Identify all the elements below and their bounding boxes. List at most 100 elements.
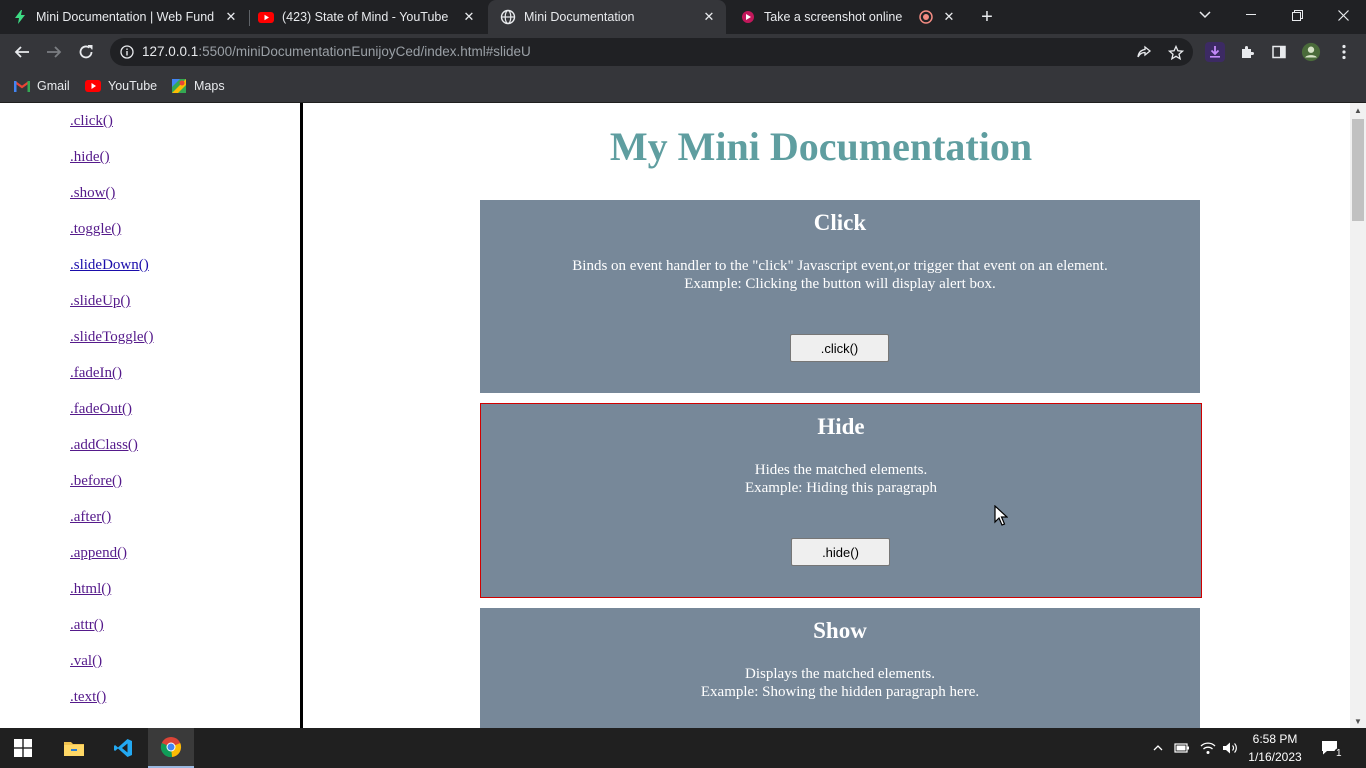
tab-title: Mini Documentation | Web Fund — [36, 10, 215, 24]
sidebar-link-toggle[interactable]: .toggle() — [70, 221, 121, 237]
screenshot-site-icon — [740, 9, 756, 25]
bookmark-label: Maps — [194, 79, 225, 93]
sidebar-link-slidedown[interactable]: .slideDown() — [70, 257, 149, 273]
close-tab-icon[interactable]: ✕ — [222, 8, 240, 26]
share-icon[interactable] — [1135, 44, 1153, 62]
sidebar-item: .after() — [70, 508, 154, 544]
sidebar-link-fadein[interactable]: .fadeIn() — [70, 365, 122, 381]
clock-date: 1/16/2023 — [1248, 750, 1302, 764]
info-icon[interactable] — [120, 45, 134, 59]
sidebar-item: .text() — [70, 688, 154, 724]
bookmark-star-icon[interactable] — [1167, 44, 1185, 62]
windows-start-icon[interactable] — [0, 728, 46, 768]
tab-mini-documentation[interactable]: Mini Documentation ✕ — [488, 0, 726, 34]
card-example-line: Example: Hiding this paragraph — [744, 480, 938, 496]
maps-icon — [171, 78, 187, 94]
scroll-up-arrow-icon[interactable]: ▲ — [1350, 103, 1366, 117]
sidebar-item: .hide() — [70, 148, 154, 184]
mouse-cursor-icon — [994, 504, 1009, 527]
chrome-icon[interactable] — [148, 728, 194, 768]
sidebar-item: .fadeOut() — [70, 400, 154, 436]
card-hide: Hide Hides the matched elements. Example… — [480, 403, 1202, 598]
sidebar-item: .val() — [70, 652, 154, 688]
sidebar-link-addclass[interactable]: .addClass() — [70, 437, 138, 453]
volume-icon[interactable] — [1220, 728, 1240, 768]
tab-take-screenshot[interactable]: Take a screenshot online ✕ — [728, 0, 966, 34]
scroll-down-arrow-icon[interactable]: ▼ — [1350, 714, 1366, 728]
close-window-icon[interactable] — [1320, 0, 1366, 30]
tab-title: Mini Documentation — [524, 10, 635, 24]
sidebar-link-before[interactable]: .before() — [70, 473, 122, 489]
youtube-icon — [85, 78, 101, 94]
bookmark-label: Gmail — [37, 79, 70, 93]
card-heading: Show — [813, 618, 867, 643]
battery-icon[interactable] — [1172, 728, 1192, 768]
tab-title: (423) State of Mind - YouTube — [282, 10, 449, 24]
new-tab-plus-icon[interactable]: + — [976, 6, 998, 28]
forward-arrow-icon[interactable] — [42, 40, 66, 64]
card-example-line: Example: Showing the hidden paragraph he… — [700, 684, 980, 700]
show-hidden-icons-chevron-icon[interactable] — [1150, 728, 1166, 768]
sidebar-link-after[interactable]: .after() — [70, 509, 111, 525]
click-demo-button[interactable]: .click() — [790, 334, 889, 362]
card-description: Binds on event handler to the "click" Ja… — [480, 257, 1200, 293]
windows-taskbar: 6:58 PM 1/16/2023 1 — [0, 728, 1366, 768]
wifi-icon[interactable] — [1198, 728, 1218, 768]
sidebar-link-slidetoggle[interactable]: .slideToggle() — [70, 329, 154, 345]
address-bar[interactable]: 127.0.0.1:5500/miniDocumentationEunijoyC… — [110, 38, 1193, 66]
scrollbar-thumb[interactable] — [1352, 119, 1364, 221]
sidebar-item: .click() — [70, 112, 154, 148]
back-arrow-icon[interactable] — [10, 40, 34, 64]
sidebar-item: .toggle() — [70, 220, 154, 256]
sidebar-item: .slideUp() — [70, 292, 154, 328]
bookmark-label: YouTube — [108, 79, 158, 93]
sidebar-link-click[interactable]: .click() — [70, 113, 113, 129]
globe-icon — [500, 9, 516, 25]
bolt-icon — [12, 9, 28, 25]
bookmarks-bar: Gmail YouTube Maps — [0, 70, 1366, 103]
sidebar-item: .addClass() — [70, 436, 154, 472]
restore-icon[interactable] — [1274, 0, 1320, 30]
tab-mini-documentation-webfund[interactable]: Mini Documentation | Web Fund ✕ — [12, 0, 248, 34]
page-scrollbar[interactable]: ▲ ▼ — [1350, 103, 1366, 728]
sidebar-link-append[interactable]: .append() — [70, 545, 127, 561]
sidebar-link-slideup[interactable]: .slideUp() — [70, 293, 130, 309]
bookmark-youtube[interactable]: YouTube — [85, 76, 157, 96]
profile-avatar-icon[interactable] — [1301, 42, 1321, 62]
file-explorer-icon[interactable] — [51, 728, 97, 768]
card-show: Show Displays the matched elements. Exam… — [480, 608, 1200, 728]
browser-toolbar: 127.0.0.1:5500/miniDocumentationEunijoyC… — [0, 34, 1366, 70]
extensions-puzzle-icon[interactable] — [1237, 42, 1257, 62]
sidebar-link-attr[interactable]: .attr() — [70, 617, 104, 633]
taskbar-clock[interactable]: 6:58 PM 1/16/2023 — [1240, 730, 1310, 766]
card-description: Hides the matched elements. Example: Hid… — [481, 461, 1201, 497]
sidebar-link-show[interactable]: .show() — [70, 185, 115, 201]
card-heading: Hide — [817, 414, 865, 439]
sidebar-link-val[interactable]: .val() — [70, 653, 102, 669]
notification-count-badge: 1 — [1334, 748, 1344, 759]
minimize-icon[interactable] — [1228, 0, 1274, 30]
download-icon[interactable] — [1205, 42, 1225, 62]
sidebar-item: .before() — [70, 472, 154, 508]
sidebar-link-fadeout[interactable]: .fadeOut() — [70, 401, 132, 417]
bookmark-gmail[interactable]: Gmail — [14, 76, 70, 96]
close-tab-icon[interactable]: ✕ — [700, 8, 718, 26]
close-tab-icon[interactable]: ✕ — [460, 8, 478, 26]
reload-icon[interactable] — [74, 40, 98, 64]
tab-youtube[interactable]: (423) State of Mind - YouTube ✕ — [250, 0, 486, 34]
close-tab-icon[interactable]: ✕ — [940, 8, 958, 26]
card-description-line: Displays the matched elements. — [745, 666, 935, 682]
notification-center-icon[interactable]: 1 — [1316, 728, 1346, 768]
sidebar-link-text[interactable]: .text() — [70, 689, 106, 705]
url-text[interactable]: 127.0.0.1:5500/miniDocumentationEunijoyC… — [142, 38, 531, 66]
recording-indicator-icon — [918, 9, 934, 25]
vscode-icon[interactable] — [100, 728, 146, 768]
tab-search-chevron-icon[interactable] — [1182, 0, 1228, 30]
sidebar-link-html[interactable]: .html() — [70, 581, 111, 597]
hide-demo-button[interactable]: .hide() — [791, 538, 890, 566]
side-panel-icon[interactable] — [1269, 42, 1289, 62]
sidebar-link-hide[interactable]: .hide() — [70, 149, 110, 165]
bookmark-maps[interactable]: Maps — [171, 76, 225, 96]
chrome-menu-kebab-icon[interactable] — [1334, 42, 1354, 62]
url-host: 127.0.0.1 — [142, 44, 199, 59]
